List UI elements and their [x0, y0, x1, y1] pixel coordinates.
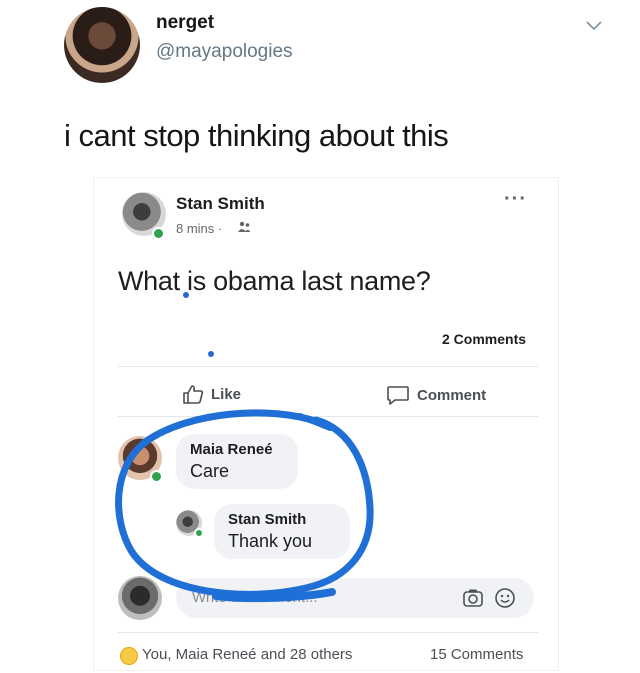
post-text: What is obama last name?: [118, 266, 431, 296]
online-status-dot: [194, 528, 204, 538]
like-button[interactable]: Like: [182, 384, 241, 404]
haha-reaction-icon: [120, 647, 138, 665]
online-status-dot: [152, 227, 165, 240]
post-author-name[interactable]: Stan Smith: [176, 194, 265, 214]
reactions-summary[interactable]: You, Maia Reneé and 28 others: [142, 646, 352, 663]
like-label: Like: [211, 385, 242, 403]
write-comment-placeholder[interactable]: Write a comment...: [192, 589, 318, 606]
current-user-avatar[interactable]: [118, 576, 162, 620]
comment-bubble: Maia Reneé Care: [176, 434, 298, 489]
tweet-handle[interactable]: @mayapologies: [156, 41, 293, 63]
reply-bubble: Stan Smith Thank you: [214, 504, 350, 559]
more-options-icon[interactable]: ···: [504, 188, 527, 211]
camera-icon[interactable]: [462, 587, 484, 609]
emoji-icon[interactable]: [494, 587, 516, 609]
ink-dot: [208, 351, 214, 357]
divider: [118, 632, 538, 633]
comment-button[interactable]: Comment: [386, 384, 486, 406]
divider: [118, 416, 538, 417]
comments-total[interactable]: 15 Comments: [430, 646, 523, 663]
post-timestamp: 8 mins ·: [176, 221, 223, 236]
comment-text: Care: [190, 461, 230, 481]
reply-author[interactable]: Stan Smith: [228, 511, 336, 528]
chevron-down-icon[interactable]: [584, 18, 604, 34]
online-status-dot: [150, 470, 163, 483]
divider: [118, 366, 538, 367]
twitter-avatar[interactable]: [64, 7, 140, 83]
thumbs-up-icon: [183, 385, 204, 404]
comment-label: Comment: [417, 386, 487, 404]
comment-bubble-icon: [387, 386, 409, 405]
tweet-display-name[interactable]: nerget: [156, 12, 214, 34]
reply-text: Thank you: [228, 531, 313, 551]
friends-icon: [238, 221, 251, 232]
ink-dot: [183, 292, 189, 298]
comment-count[interactable]: 2 Comments: [442, 331, 526, 347]
comment-author[interactable]: Maia Reneé: [190, 441, 284, 458]
tweet-text: i cant stop thinking about this: [64, 118, 449, 153]
